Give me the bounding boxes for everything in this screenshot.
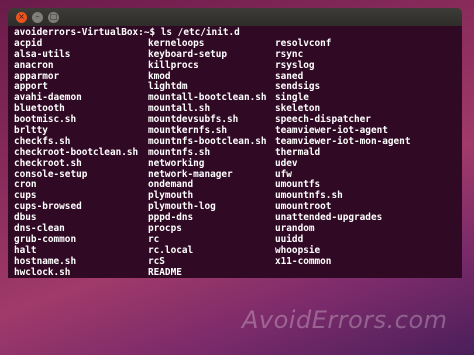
shell-prompt: avoiderrors-VirtualBox:~$ (14, 27, 156, 38)
file-entry: killprocs (148, 59, 199, 71)
file-entry: networking (148, 157, 205, 169)
file-entry: udev (275, 157, 298, 169)
file-entry: rc.local (148, 244, 194, 256)
file-entry: anacron (14, 59, 54, 71)
file-entry: procps (148, 223, 182, 235)
minimize-window-button[interactable]: – (32, 11, 43, 23)
file-entry: rsyslog (275, 59, 315, 71)
file-entry: README (148, 266, 182, 278)
window-titlebar: × – □ (8, 8, 462, 26)
terminal-window[interactable]: avoiderrors-VirtualBox:~$ ls /etc/init.d… (8, 26, 462, 278)
ls-output: acpid alsa-utils anacron apparmor apport avah… (14, 38, 462, 278)
file-entry: rcS (148, 255, 165, 267)
file-entry: hwclock.sh (14, 266, 71, 278)
output-column-2: kerneloops keyboard-setup killprocs kmod lig… (148, 38, 275, 278)
file-entry: x11-common (275, 255, 332, 267)
file-entry: thermald (275, 146, 321, 158)
typed-command: ls /etc/init.d (155, 27, 240, 38)
maximize-window-button[interactable]: □ (48, 11, 59, 23)
site-watermark: AvoidErrors.com (242, 306, 448, 334)
output-column-1: acpid alsa-utils anacron apparmor apport avah… (14, 38, 148, 278)
output-column-3: resolvconf rsync rsyslog saned sendsigs singl… (275, 38, 455, 278)
close-window-button[interactable]: × (16, 11, 27, 23)
file-entry: checkroot.sh (14, 157, 82, 169)
file-entry: hostname.sh (14, 255, 77, 267)
prompt-line: avoiderrors-VirtualBox:~$ ls /etc/init.d (14, 27, 462, 39)
